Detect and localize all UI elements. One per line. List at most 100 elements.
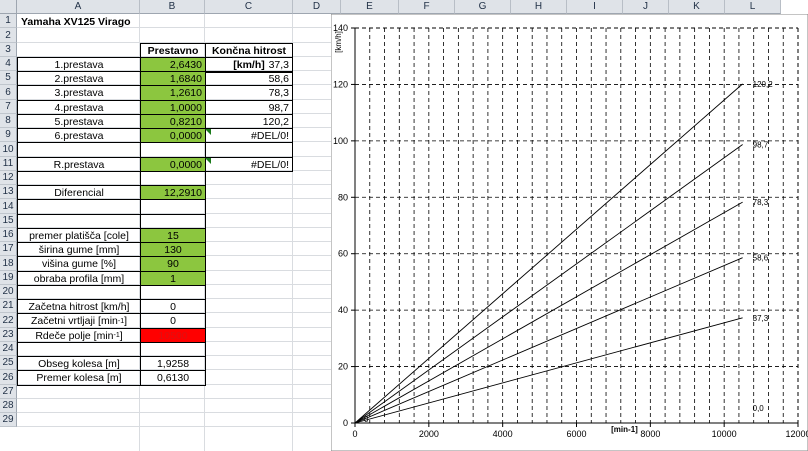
row-header-10[interactable]: 10 xyxy=(0,142,17,157)
empty-cell[interactable] xyxy=(140,171,206,186)
circumference-label[interactable]: Obseg kolesa [m] xyxy=(17,356,141,371)
row-header-29[interactable]: 29 xyxy=(0,413,17,427)
row-header-3[interactable]: 3 xyxy=(0,43,17,57)
row-header-28[interactable]: 28 xyxy=(0,399,17,413)
row-header-23[interactable]: 23 xyxy=(0,328,17,342)
column-header-k[interactable]: K xyxy=(669,0,725,14)
row-header-11[interactable]: 11 xyxy=(0,157,17,171)
gear-label[interactable]: 2.prestava xyxy=(17,71,141,86)
row-header-16[interactable]: 16 xyxy=(0,228,17,242)
row-header-5[interactable]: 5 xyxy=(0,71,17,85)
gear-ratio[interactable]: 2,6430 xyxy=(140,57,206,72)
start-rpm-label[interactable]: Začetni vrtljaji [min -1] xyxy=(17,313,141,329)
tyre-label[interactable]: obraba profila [mm] xyxy=(17,271,141,286)
reverse-ratio[interactable]: 0,0000 xyxy=(140,157,206,172)
empty-cell[interactable] xyxy=(17,342,141,357)
column-header-a[interactable]: A xyxy=(17,0,140,14)
column-header-b[interactable]: B xyxy=(140,0,205,14)
row-header-13[interactable]: 13 xyxy=(0,185,17,199)
empty-cell[interactable] xyxy=(17,285,141,300)
gear-ratio[interactable]: 0,8210 xyxy=(140,114,206,129)
empty-cell[interactable] xyxy=(140,142,206,158)
reverse-label[interactable]: R.prestava xyxy=(17,157,141,172)
gear-speed[interactable]: 98,7 xyxy=(205,100,293,115)
row-header-20[interactable]: 20 xyxy=(0,285,17,299)
tyre-label[interactable]: premer platišča [cole] xyxy=(17,228,141,243)
tyre-value[interactable]: 130 xyxy=(140,242,206,257)
empty-cell[interactable] xyxy=(17,171,141,186)
gear-ratio[interactable]: 0,0000 xyxy=(140,128,206,143)
circumference-value[interactable]: 1,9258 xyxy=(140,356,206,371)
column-header-e[interactable]: E xyxy=(341,0,399,14)
column-header-i[interactable]: I xyxy=(567,0,623,14)
diff-value[interactable]: 12,2910 xyxy=(140,185,206,200)
column-header-c[interactable]: C xyxy=(205,0,293,14)
row-header-22[interactable]: 22 xyxy=(0,313,17,328)
empty-cell[interactable] xyxy=(17,214,141,229)
empty-cell[interactable] xyxy=(140,342,206,357)
row-header-2[interactable]: 2 xyxy=(0,28,17,43)
row-header-14[interactable]: 14 xyxy=(0,199,17,214)
column-header-l[interactable]: L xyxy=(725,0,781,14)
start-speed-value[interactable]: 0 xyxy=(140,299,206,314)
gear-speed[interactable]: 78,3 xyxy=(205,85,293,101)
column-header-g[interactable]: G xyxy=(455,0,511,14)
column-header-j[interactable]: J xyxy=(623,0,669,14)
empty-cell[interactable] xyxy=(17,199,141,215)
row-header-27[interactable]: 27 xyxy=(0,385,17,399)
empty-cell[interactable] xyxy=(140,214,206,229)
select-all-corner[interactable] xyxy=(0,0,17,14)
column-header-f[interactable]: F xyxy=(399,0,455,14)
start-rpm-value[interactable]: 0 xyxy=(140,313,206,329)
row-header-6[interactable]: 6 xyxy=(0,85,17,100)
tyre-label[interactable]: širina gume [mm] xyxy=(17,242,141,257)
row-header-1[interactable]: 1 xyxy=(0,14,17,28)
column-header-h[interactable]: H xyxy=(511,0,567,14)
row-header-7[interactable]: 7 xyxy=(0,100,17,114)
tyre-value[interactable]: 90 xyxy=(140,256,206,272)
row-header-26[interactable]: 26 xyxy=(0,370,17,385)
empty-cell[interactable] xyxy=(17,142,141,158)
empty-cell[interactable] xyxy=(205,142,293,158)
row-header-12[interactable]: 12 xyxy=(0,171,17,185)
row-header-17[interactable]: 17 xyxy=(0,242,17,256)
empty-cell[interactable] xyxy=(140,285,206,300)
gear-label[interactable]: 1.prestava xyxy=(17,57,141,72)
tyre-value[interactable]: 15 xyxy=(140,228,206,243)
diameter-label[interactable]: Premer kolesa [m] xyxy=(17,370,141,386)
gear-label[interactable]: 3.prestava xyxy=(17,85,141,101)
diameter-value[interactable]: 0,6130 xyxy=(140,370,206,386)
row-header-19[interactable]: 19 xyxy=(0,271,17,285)
tyre-value[interactable]: 1 xyxy=(140,271,206,286)
row-header-8[interactable]: 8 xyxy=(0,114,17,128)
redline-value[interactable]: 10500 xyxy=(140,328,206,343)
diff-label[interactable]: Diferencial xyxy=(17,185,141,200)
gear-speed[interactable]: 37,3 xyxy=(205,57,293,72)
column-header-d[interactable]: D xyxy=(293,0,341,14)
sheet-title[interactable]: Yamaha XV125 Virago xyxy=(18,14,218,29)
gear-label[interactable]: 6.prestava xyxy=(17,128,141,143)
row-header-21[interactable]: 21 xyxy=(0,299,17,313)
gear-speed[interactable]: 120,2 xyxy=(205,114,293,129)
start-speed-label[interactable]: Začetna hitrost [km/h] xyxy=(17,299,141,314)
redline-label[interactable]: Rdeče polje [min -1] xyxy=(17,328,141,343)
gear-speed[interactable]: #DEL/0! xyxy=(205,128,293,143)
gear-label[interactable]: 4.prestava xyxy=(17,100,141,115)
error-indicator-icon[interactable] xyxy=(205,158,211,164)
empty-cell[interactable] xyxy=(140,199,206,215)
row-header-4[interactable]: 4 xyxy=(0,57,17,71)
gear-label[interactable]: 5.prestava xyxy=(17,114,141,129)
row-header-9[interactable]: 9 xyxy=(0,128,17,142)
row-header-18[interactable]: 18 xyxy=(0,256,17,271)
row-header-25[interactable]: 25 xyxy=(0,356,17,370)
row-header-24[interactable]: 24 xyxy=(0,342,17,356)
reverse-speed[interactable]: #DEL/0! xyxy=(205,157,293,172)
gear-ratio[interactable]: 1,6840 xyxy=(140,71,206,86)
tyre-label[interactable]: višina gume [%] xyxy=(17,256,141,272)
row-header-15[interactable]: 15 xyxy=(0,214,17,228)
error-indicator-icon[interactable] xyxy=(205,129,211,135)
gear-ratio[interactable]: 1,0000 xyxy=(140,100,206,115)
gear-ratio[interactable]: 1,2610 xyxy=(140,85,206,101)
gear-speed[interactable]: 58,6 xyxy=(205,71,293,86)
gear-speed-chart[interactable]: 0204060801001201400 2000 4000 6000 8000 10000… xyxy=(331,14,808,451)
